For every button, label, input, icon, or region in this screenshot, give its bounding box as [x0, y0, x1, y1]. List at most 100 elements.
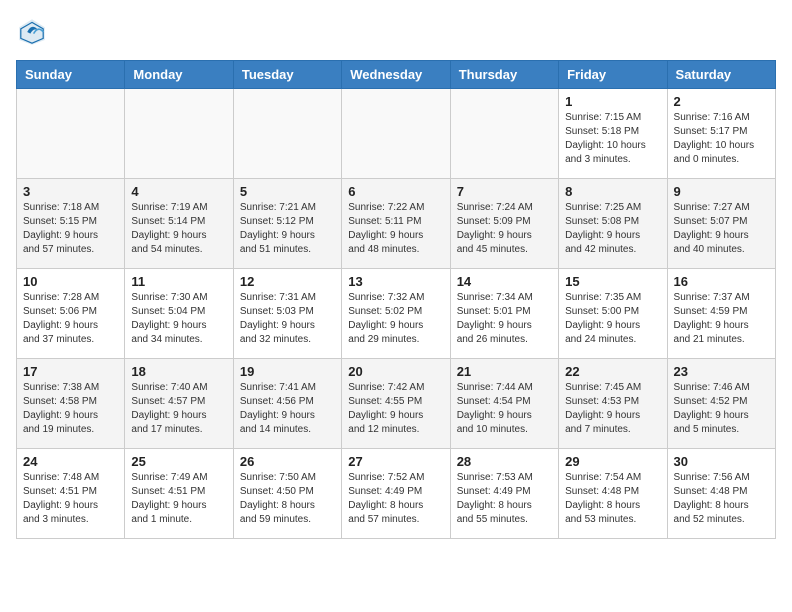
calendar-cell: 28Sunrise: 7:53 AM Sunset: 4:49 PM Dayli… — [450, 449, 558, 539]
calendar-cell — [17, 89, 125, 179]
calendar-cell: 24 Sunrise: 7:48 AM Sunset: 4:51 PM Dayli… — [17, 449, 125, 539]
day-info: Sunrise: 7:19 AM Sunset: 5:14 PM Dayligh… — [131, 201, 226, 257]
calendar-cell: 20 Sunrise: 7:42 AM Sunset: 4:55 PM Dayli… — [342, 359, 450, 449]
calendar-cell: 17 Sunrise: 7:38 AM Sunset: 4:58 PM Dayli… — [17, 359, 125, 449]
day-info: Sunrise: 7:41 AM Sunset: 4:56 PM Dayligh… — [240, 381, 335, 437]
day-info: Sunrise: 7:48 AM Sunset: 4:51 PM Dayligh… — [23, 471, 118, 527]
calendar-cell: 15 Sunrise: 7:35 AM Sunset: 5:00 PM Dayli… — [559, 269, 667, 359]
column-header-friday: Friday — [559, 61, 667, 89]
day-number: 19 — [240, 364, 335, 379]
calendar-cell: 29 Sunrise: 7:54 AM Sunset: 4:48 PM Dayli… — [559, 449, 667, 539]
day-number: 7 — [457, 184, 552, 199]
calendar-cell: 18 Sunrise: 7:40 AM Sunset: 4:57 PM Dayli… — [125, 359, 233, 449]
calendar-cell: 5Sunrise: 7:21 AM Sunset: 5:12 PM Daylig… — [233, 179, 341, 269]
day-info: Sunrise: 7:18 AM Sunset: 5:15 PM Dayligh… — [23, 201, 118, 257]
day-info: Sunrise: 7:49 AM Sunset: 4:51 PM Dayligh… — [131, 471, 226, 527]
day-number: 30 — [674, 454, 769, 469]
logo — [16, 16, 52, 48]
column-header-tuesday: Tuesday — [233, 61, 341, 89]
day-info: Sunrise: 7:53 AM Sunset: 4:49 PM Dayligh… — [457, 471, 552, 527]
calendar-cell: 6Sunrise: 7:22 AM Sunset: 5:11 PM Daylig… — [342, 179, 450, 269]
day-number: 21 — [457, 364, 552, 379]
column-header-saturday: Saturday — [667, 61, 775, 89]
day-number: 6 — [348, 184, 443, 199]
day-number: 2 — [674, 94, 769, 109]
calendar-cell: 9 Sunrise: 7:27 AM Sunset: 5:07 PM Daylig… — [667, 179, 775, 269]
day-number: 24 — [23, 454, 118, 469]
page-header — [16, 16, 776, 48]
day-number: 13 — [348, 274, 443, 289]
day-info: Sunrise: 7:24 AM Sunset: 5:09 PM Dayligh… — [457, 201, 552, 257]
day-number: 22 — [565, 364, 660, 379]
calendar-cell: 16Sunrise: 7:37 AM Sunset: 4:59 PM Dayli… — [667, 269, 775, 359]
calendar-cell: 4 Sunrise: 7:19 AM Sunset: 5:14 PM Daylig… — [125, 179, 233, 269]
calendar-cell: 30 Sunrise: 7:56 AM Sunset: 4:48 PM Dayli… — [667, 449, 775, 539]
day-number: 15 — [565, 274, 660, 289]
calendar-cell: 3 Sunrise: 7:18 AM Sunset: 5:15 PM Daylig… — [17, 179, 125, 269]
calendar-cell: 25 Sunrise: 7:49 AM Sunset: 4:51 PM Dayli… — [125, 449, 233, 539]
day-info: Sunrise: 7:34 AM Sunset: 5:01 PM Dayligh… — [457, 291, 552, 347]
day-number: 14 — [457, 274, 552, 289]
calendar-cell — [233, 89, 341, 179]
day-number: 20 — [348, 364, 443, 379]
day-info: Sunrise: 7:46 AM Sunset: 4:52 PM Dayligh… — [674, 381, 769, 437]
calendar-cell: 14 Sunrise: 7:34 AM Sunset: 5:01 PM Dayli… — [450, 269, 558, 359]
day-info: Sunrise: 7:45 AM Sunset: 4:53 PM Dayligh… — [565, 381, 660, 437]
day-info: Sunrise: 7:37 AM Sunset: 4:59 PM Dayligh… — [674, 291, 769, 347]
column-header-monday: Monday — [125, 61, 233, 89]
calendar-cell: 12 Sunrise: 7:31 AM Sunset: 5:03 PM Dayli… — [233, 269, 341, 359]
day-info: Sunrise: 7:38 AM Sunset: 4:58 PM Dayligh… — [23, 381, 118, 437]
calendar-cell: 7 Sunrise: 7:24 AM Sunset: 5:09 PM Daylig… — [450, 179, 558, 269]
day-number: 17 — [23, 364, 118, 379]
calendar-cell: 11 Sunrise: 7:30 AM Sunset: 5:04 PM Dayli… — [125, 269, 233, 359]
day-number: 25 — [131, 454, 226, 469]
calendar-cell: 21 Sunrise: 7:44 AM Sunset: 4:54 PM Dayli… — [450, 359, 558, 449]
day-info: Sunrise: 7:42 AM Sunset: 4:55 PM Dayligh… — [348, 381, 443, 437]
calendar-cell: 19 Sunrise: 7:41 AM Sunset: 4:56 PM Dayli… — [233, 359, 341, 449]
day-number: 10 — [23, 274, 118, 289]
calendar-cell: 26Sunrise: 7:50 AM Sunset: 4:50 PM Dayli… — [233, 449, 341, 539]
day-info: Sunrise: 7:16 AM Sunset: 5:17 PM Dayligh… — [674, 111, 769, 167]
column-header-sunday: Sunday — [17, 61, 125, 89]
day-number: 3 — [23, 184, 118, 199]
day-number: 23 — [674, 364, 769, 379]
calendar-week-row: 10 Sunrise: 7:28 AM Sunset: 5:06 PM Dayli… — [17, 269, 776, 359]
day-info: Sunrise: 7:30 AM Sunset: 5:04 PM Dayligh… — [131, 291, 226, 347]
day-number: 29 — [565, 454, 660, 469]
calendar-cell: 1Sunrise: 7:15 AM Sunset: 5:18 PM Daylig… — [559, 89, 667, 179]
calendar-week-row: 3 Sunrise: 7:18 AM Sunset: 5:15 PM Daylig… — [17, 179, 776, 269]
calendar-week-row: 24 Sunrise: 7:48 AM Sunset: 4:51 PM Dayli… — [17, 449, 776, 539]
column-header-wednesday: Wednesday — [342, 61, 450, 89]
day-info: Sunrise: 7:28 AM Sunset: 5:06 PM Dayligh… — [23, 291, 118, 347]
day-info: Sunrise: 7:54 AM Sunset: 4:48 PM Dayligh… — [565, 471, 660, 527]
day-info: Sunrise: 7:40 AM Sunset: 4:57 PM Dayligh… — [131, 381, 226, 437]
calendar-cell: 8Sunrise: 7:25 AM Sunset: 5:08 PM Daylig… — [559, 179, 667, 269]
calendar-week-row: 1Sunrise: 7:15 AM Sunset: 5:18 PM Daylig… — [17, 89, 776, 179]
day-info: Sunrise: 7:15 AM Sunset: 5:18 PM Dayligh… — [565, 111, 660, 167]
day-number: 8 — [565, 184, 660, 199]
day-number: 18 — [131, 364, 226, 379]
logo-icon — [16, 16, 48, 48]
day-number: 12 — [240, 274, 335, 289]
day-number: 26 — [240, 454, 335, 469]
day-number: 9 — [674, 184, 769, 199]
calendar-cell: 27 Sunrise: 7:52 AM Sunset: 4:49 PM Dayli… — [342, 449, 450, 539]
day-info: Sunrise: 7:56 AM Sunset: 4:48 PM Dayligh… — [674, 471, 769, 527]
calendar-cell: 10 Sunrise: 7:28 AM Sunset: 5:06 PM Dayli… — [17, 269, 125, 359]
calendar-table: SundayMondayTuesdayWednesdayThursdayFrid… — [16, 60, 776, 539]
day-info: Sunrise: 7:35 AM Sunset: 5:00 PM Dayligh… — [565, 291, 660, 347]
day-info: Sunrise: 7:32 AM Sunset: 5:02 PM Dayligh… — [348, 291, 443, 347]
day-info: Sunrise: 7:27 AM Sunset: 5:07 PM Dayligh… — [674, 201, 769, 257]
day-number: 11 — [131, 274, 226, 289]
calendar-header-row: SundayMondayTuesdayWednesdayThursdayFrid… — [17, 61, 776, 89]
day-info: Sunrise: 7:31 AM Sunset: 5:03 PM Dayligh… — [240, 291, 335, 347]
calendar-cell: 23 Sunrise: 7:46 AM Sunset: 4:52 PM Dayli… — [667, 359, 775, 449]
day-info: Sunrise: 7:52 AM Sunset: 4:49 PM Dayligh… — [348, 471, 443, 527]
day-info: Sunrise: 7:44 AM Sunset: 4:54 PM Dayligh… — [457, 381, 552, 437]
calendar-cell: 22 Sunrise: 7:45 AM Sunset: 4:53 PM Dayli… — [559, 359, 667, 449]
column-header-thursday: Thursday — [450, 61, 558, 89]
day-number: 27 — [348, 454, 443, 469]
calendar-cell — [125, 89, 233, 179]
calendar-cell: 2 Sunrise: 7:16 AM Sunset: 5:17 PM Daylig… — [667, 89, 775, 179]
day-number: 4 — [131, 184, 226, 199]
